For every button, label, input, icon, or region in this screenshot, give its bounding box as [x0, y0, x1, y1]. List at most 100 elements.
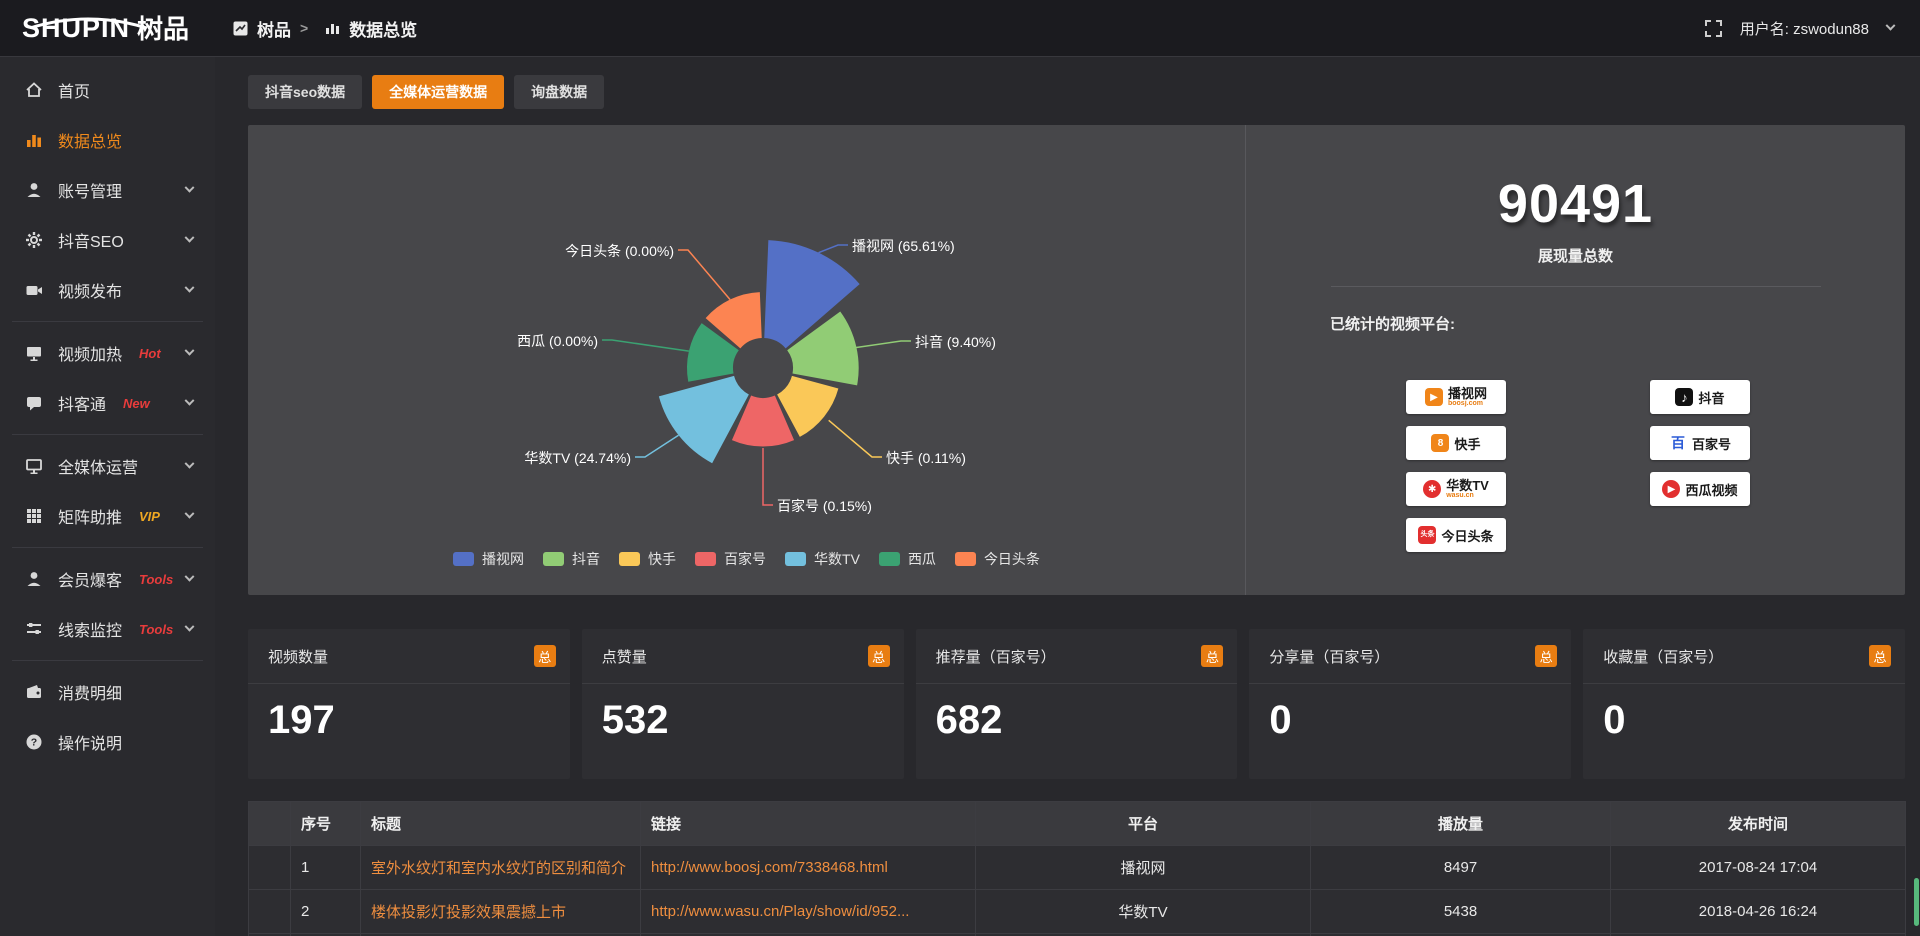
legend-item-1[interactable]: 播视网	[453, 549, 524, 569]
stat-card-header: 视频数量 总	[248, 629, 570, 684]
pie-label-6: 西瓜 (0.00%)	[517, 331, 598, 351]
stat-card-title: 收藏量（百家号）	[1603, 646, 1723, 667]
chevron-down-icon[interactable]	[185, 283, 195, 293]
row-checkbox-cell	[249, 846, 291, 890]
sidebar-item-13[interactable]: ?操作说明	[0, 717, 215, 767]
tab-2[interactable]: 全媒体运营数据	[372, 75, 504, 109]
stat-card-title: 推荐量（百家号）	[936, 646, 1056, 667]
sidebar-item-12[interactable]: 消费明细	[0, 667, 215, 717]
cell-num: 2	[291, 890, 361, 934]
sidebar-item-8[interactable]: 全媒体运营	[0, 441, 215, 491]
breadcrumb-chart-icon	[325, 21, 340, 35]
total-badge[interactable]: 总	[534, 645, 556, 667]
pie-slice-5[interactable]	[659, 376, 749, 463]
stat-card-value: 682	[936, 698, 1238, 743]
legend-swatch	[453, 552, 474, 566]
cell-title[interactable]: 室外水纹灯和室内水纹灯的区别和简介	[361, 846, 641, 890]
row-checkbox-cell	[249, 890, 291, 934]
chevron-down-icon[interactable]	[185, 572, 195, 582]
chevron-down-icon[interactable]	[185, 396, 195, 406]
cell-link[interactable]: http://www.boosj.com/7338468.html	[641, 846, 976, 890]
sidebar-item-1[interactable]: 首页	[0, 65, 215, 115]
wallet-icon	[24, 683, 43, 702]
sidebar-item-label: 抖音SEO	[58, 228, 124, 252]
legend-item-7[interactable]: 今日头条	[955, 549, 1040, 569]
username-label[interactable]: 用户名: zswodun88	[1740, 18, 1869, 39]
sidebar-item-6[interactable]: 视频加热Hot	[0, 328, 215, 378]
cell-link[interactable]: http://www.wasu.cn/Play/show/id/952...	[641, 890, 976, 934]
stat-card-5: 收藏量（百家号） 总 0	[1583, 629, 1905, 779]
stat-card-title: 点赞量	[602, 646, 647, 667]
platform-logo-wasu: ✱华数TVwasu.cn	[1406, 472, 1506, 506]
sidebar-badge-tools: Tools	[139, 572, 173, 587]
total-badge[interactable]: 总	[1869, 645, 1891, 667]
sidebar-item-label: 矩阵助推	[58, 504, 122, 528]
sidebar-badge-vip: VIP	[139, 509, 160, 524]
legend-item-5[interactable]: 华数TV	[785, 549, 860, 569]
cell-num: 1	[291, 846, 361, 890]
pie-label-line	[602, 340, 689, 351]
pie-label-line	[819, 245, 849, 253]
legend-item-3[interactable]: 快手	[619, 549, 676, 569]
tab-3[interactable]: 询盘数据	[514, 75, 604, 109]
user-icon	[24, 181, 43, 200]
table-header-1: 序号	[291, 802, 361, 846]
chevron-down-icon[interactable]	[185, 622, 195, 632]
table-row-1: 1 室外水纹灯和室内水纹灯的区别和简介 http://www.boosj.com…	[249, 846, 1906, 890]
svg-text:?: ?	[30, 737, 36, 749]
chevron-down-icon[interactable]	[185, 459, 195, 469]
total-badge[interactable]: 总	[868, 645, 890, 667]
bar-chart-icon	[24, 131, 43, 150]
help-icon: ?	[24, 733, 43, 752]
scrollbar-track[interactable]	[1914, 57, 1919, 936]
breadcrumb: 树品 > 数据总览	[233, 16, 417, 41]
legend-swatch	[785, 552, 806, 566]
pie-label-2: 抖音 (9.40%)	[915, 332, 996, 352]
total-badge[interactable]: 总	[1535, 645, 1557, 667]
legend-label: 快手	[648, 549, 676, 569]
table-row-2: 2 楼体投影灯投影效果震撼上市 http://www.wasu.cn/Play/…	[249, 890, 1906, 934]
pie-label-3: 快手 (0.11%)	[886, 448, 966, 468]
sidebar-item-2[interactable]: 数据总览	[0, 115, 215, 165]
legend-swatch	[955, 552, 976, 566]
app-logo[interactable]: SHUPIN 树品	[0, 15, 215, 42]
platform-logo-kuaishou: 8快手	[1406, 426, 1506, 460]
stat-card-header: 推荐量（百家号） 总	[916, 629, 1238, 684]
sidebar-item-4[interactable]: 抖音SEO	[0, 215, 215, 265]
fullscreen-icon[interactable]	[1705, 20, 1722, 37]
cell-platform: 播视网	[976, 846, 1311, 890]
stat-card-3: 推荐量（百家号） 总 682	[916, 629, 1238, 779]
user-menu-chevron-icon[interactable]	[1886, 21, 1896, 31]
cell-time: 2018-04-26 16:24	[1611, 890, 1906, 934]
legend-item-6[interactable]: 西瓜	[879, 549, 936, 569]
legend-item-2[interactable]: 抖音	[543, 549, 600, 569]
chevron-down-icon[interactable]	[185, 509, 195, 519]
video-table-wrap: 序号标题链接平台播放量发布时间 1 室外水纹灯和室内水纹灯的区别和简介 http…	[248, 801, 1905, 936]
sidebar-divider	[12, 547, 203, 548]
sidebar-item-5[interactable]: 视频发布	[0, 265, 215, 315]
pie-label-line	[635, 435, 679, 457]
sidebar-item-7[interactable]: 抖客通New	[0, 378, 215, 428]
pie-label-line	[829, 420, 882, 457]
legend-swatch	[695, 552, 716, 566]
home-icon	[24, 81, 43, 100]
tab-1[interactable]: 抖音seo数据	[248, 75, 362, 109]
breadcrumb-current[interactable]: 数据总览	[349, 16, 417, 41]
cell-title[interactable]: 楼体投影灯投影效果震撼上市	[361, 890, 641, 934]
total-badge[interactable]: 总	[1201, 645, 1223, 667]
platform-logo-douyin: ♪抖音	[1650, 380, 1750, 414]
chevron-down-icon[interactable]	[185, 346, 195, 356]
sidebar-item-label: 抖客通	[58, 391, 106, 415]
topbar: SHUPIN 树品 树品 > 数据总览 用户名: zswodun88	[0, 0, 1920, 57]
breadcrumb-root[interactable]: 树品	[257, 16, 291, 41]
sidebar-item-11[interactable]: 线索监控Tools	[0, 604, 215, 654]
legend-item-4[interactable]: 百家号	[695, 549, 766, 569]
sidebar-item-10[interactable]: 会员爆客Tools	[0, 554, 215, 604]
scrollbar-thumb[interactable]	[1914, 878, 1919, 926]
platforms-label: 已统计的视频平台:	[1330, 313, 1905, 334]
rose-chart: 播视网抖音快手百家号华数TV西瓜今日头条 播视网 (65.61%)抖音 (9.4…	[248, 125, 1245, 595]
chevron-down-icon[interactable]	[185, 233, 195, 243]
chevron-down-icon[interactable]	[185, 183, 195, 193]
sidebar-item-3[interactable]: 账号管理	[0, 165, 215, 215]
sidebar-item-9[interactable]: 矩阵助推 VIP	[0, 491, 215, 541]
